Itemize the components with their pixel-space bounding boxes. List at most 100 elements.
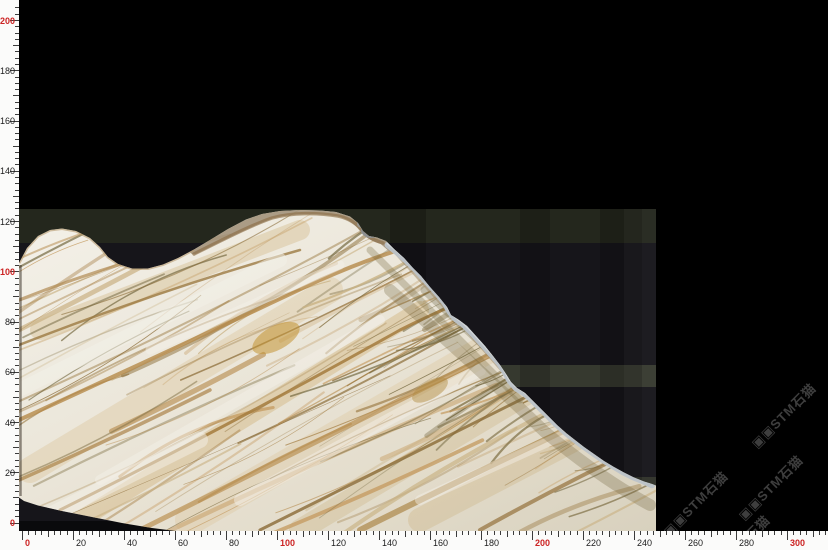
ruler-tick (15, 133, 19, 134)
ruler-tick (175, 531, 176, 540)
ruler-tick (583, 531, 584, 540)
ruler-tick (672, 531, 673, 535)
ruler-tick (15, 127, 19, 128)
ruler-tick (15, 190, 19, 191)
ruler-tick (749, 531, 750, 535)
ruler-tick (54, 531, 55, 535)
ruler-tick (15, 453, 19, 454)
ruler-tick (15, 240, 19, 241)
ruler-label: 60 (0, 367, 16, 377)
ruler-label: 0 (25, 538, 30, 549)
ruler-label: 120 (331, 538, 346, 549)
ruler-label: 260 (688, 538, 703, 549)
ruler-tick (162, 531, 163, 535)
ruler-tick (634, 531, 635, 540)
ruler-tick (322, 531, 323, 535)
ruler-label: 0 (0, 518, 16, 528)
ruler-label: 20 (76, 538, 86, 549)
ruler-tick (15, 278, 19, 279)
ruler-tick (22, 531, 23, 540)
ruler-label: 100 (0, 267, 16, 277)
ruler-tick (500, 531, 501, 535)
ruler-tick (730, 531, 731, 535)
ruler-tick (15, 328, 19, 329)
ruler-tick (130, 531, 131, 535)
ruler-label: 180 (0, 66, 16, 76)
ruler-tick (201, 531, 202, 537)
ruler-tick (551, 531, 552, 535)
ruler-tick (239, 531, 240, 535)
ruler-tick (15, 303, 19, 304)
ruler-tick (15, 359, 19, 360)
ruler-tick (360, 531, 361, 535)
ruler-tick (456, 531, 457, 537)
ruler-tick (15, 177, 19, 178)
ruler-tick (787, 531, 788, 540)
ruler-tick (609, 531, 610, 537)
ruler-tick (15, 7, 19, 8)
ruler-tick (436, 531, 437, 535)
ruler-tick (736, 531, 737, 540)
ruler-tick (519, 531, 520, 535)
ruler-tick (328, 531, 329, 540)
ruler-tick (15, 353, 19, 354)
ruler-tick (660, 531, 661, 537)
ruler-tick (15, 504, 19, 505)
ruler-tick (99, 531, 100, 537)
ruler-tick (15, 227, 19, 228)
ruler-tick (577, 531, 578, 535)
ruler-tick (405, 531, 406, 537)
ruler-tick (15, 139, 19, 140)
ruler-tick (15, 202, 19, 203)
ruler-tick (194, 531, 195, 535)
ruler-tick (252, 531, 253, 537)
ruler-tick (156, 531, 157, 535)
ruler-tick (347, 531, 348, 535)
ruler-tick (264, 531, 265, 535)
ruler-tick (781, 531, 782, 535)
ruler-tick (15, 77, 19, 78)
ruler-tick (15, 102, 19, 103)
ruler-tick (137, 531, 138, 535)
ruler-tick (558, 531, 559, 537)
ruler-tick (15, 39, 19, 40)
slab-image (0, 0, 828, 550)
ruler-tick (13, 497, 19, 498)
ruler-tick (226, 531, 227, 540)
ruler-tick (309, 531, 310, 535)
ruler-tick (800, 531, 801, 535)
ruler-tick (15, 26, 19, 27)
ruler-tick (13, 45, 19, 46)
ruler-tick (15, 384, 19, 385)
ruler-label: 200 (0, 16, 16, 26)
ruler-tick (15, 58, 19, 59)
ruler-tick (774, 531, 775, 535)
ruler-tick (717, 531, 718, 535)
ruler-tick (290, 531, 291, 535)
ruler-tick (507, 531, 508, 537)
ruler-tick (13, 196, 19, 197)
ruler-label: 160 (0, 116, 16, 126)
ruler-tick (15, 51, 19, 52)
ruler-tick (564, 531, 565, 535)
ruler-tick (15, 378, 19, 379)
ruler-tick (602, 531, 603, 535)
ruler-tick (468, 531, 469, 535)
ruler-tick (15, 510, 19, 511)
ruler-tick (806, 531, 807, 535)
ruler-tick (825, 531, 826, 535)
ruler-tick (13, 146, 19, 147)
ruler-tick (271, 531, 272, 535)
ruler-tick (538, 531, 539, 535)
ruler-tick (373, 531, 374, 535)
ruler-tick (354, 531, 355, 537)
ruler-tick (15, 259, 19, 260)
ruler-tick (679, 531, 680, 535)
ruler-tick (13, 296, 19, 297)
ruler-tick (213, 531, 214, 535)
scan-viewer: ▣▣STM石猫▣▣STM石猫▣▣STM石猫▣▣STM石猫 02040608010… (0, 0, 828, 550)
ruler-tick (691, 531, 692, 535)
ruler-tick (15, 428, 19, 429)
ruler-tick (742, 531, 743, 535)
ruler-tick (494, 531, 495, 535)
